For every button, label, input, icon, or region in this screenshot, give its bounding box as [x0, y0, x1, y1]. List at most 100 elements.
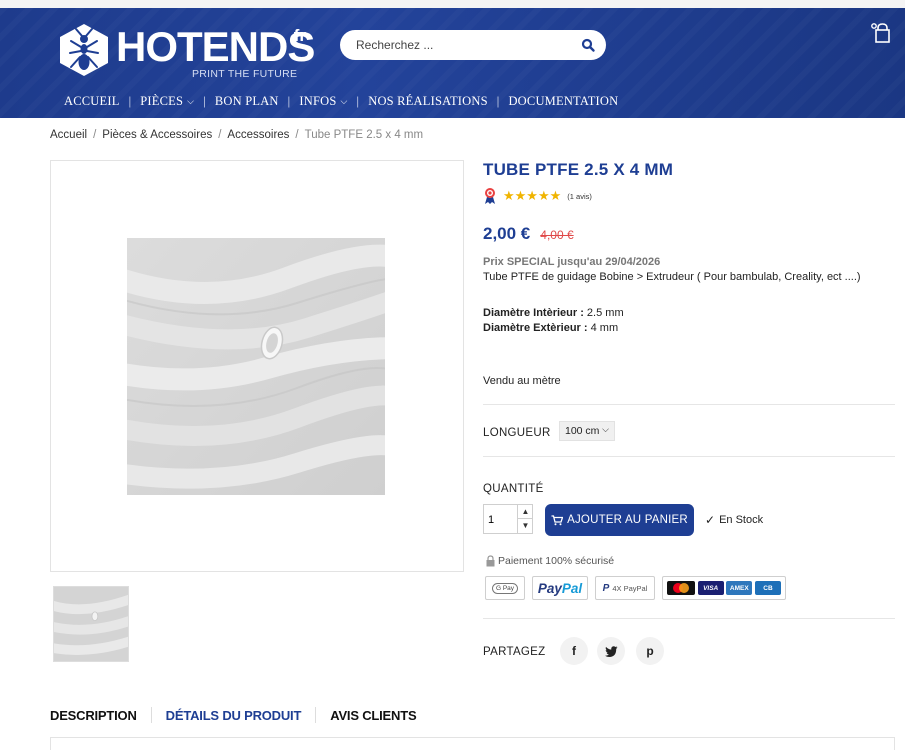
- divider: [483, 404, 895, 405]
- paypal-text-2: Pal: [561, 580, 583, 596]
- tab-customer-reviews[interactable]: AVIS CLIENTS: [330, 708, 416, 723]
- product-image[interactable]: [127, 238, 385, 495]
- logo-suffix: .fr: [289, 26, 306, 45]
- product-thumbnail[interactable]: [53, 586, 129, 662]
- nav-item-pieces[interactable]: PIÈCES ⌵: [140, 94, 194, 109]
- spec-inner-label: Diamètre Intèrieur :: [483, 307, 584, 319]
- share-label: PARTAGEZ: [483, 646, 546, 658]
- twitter-share-button[interactable]: [597, 637, 625, 665]
- length-select-value: 100 cm: [565, 425, 600, 437]
- top-strip: [0, 0, 905, 8]
- shopping-bag-icon[interactable]: [869, 22, 893, 44]
- facebook-icon: f: [572, 644, 576, 658]
- site-header: HOTENDS .fr PRINT THE FUTURE ACCUEIL | P…: [0, 8, 905, 118]
- pinterest-icon: p: [646, 644, 654, 658]
- product-tabs: DESCRIPTION DÉTAILS DU PRODUIT AVIS CLIE…: [50, 707, 417, 723]
- facebook-share-button[interactable]: f: [560, 637, 588, 665]
- current-price: 2,00 €: [483, 224, 531, 243]
- logo-tagline: PRINT THE FUTURE: [192, 68, 298, 80]
- breadcrumb-link[interactable]: Accessoires: [227, 129, 289, 141]
- nav-separator: |: [287, 93, 291, 108]
- nav-separator: |: [356, 93, 360, 108]
- breadcrumb-separator: /: [93, 129, 97, 141]
- divider: [483, 456, 895, 457]
- paypal-logo: Pay Pal: [532, 576, 588, 600]
- pinterest-share-button[interactable]: p: [636, 637, 664, 665]
- quantity-input[interactable]: [488, 512, 510, 528]
- lock-icon: [486, 555, 495, 567]
- nav-item-pieces-label: PIÈCES: [140, 93, 184, 108]
- nav-item-nos-realisations[interactable]: NOS RÉALISATIONS: [368, 94, 488, 109]
- nav-item-infos[interactable]: INFOS ⌵: [299, 94, 347, 109]
- spec-inner-diameter: Diamètre Intèrieur : 2.5 mm: [483, 307, 624, 319]
- nav-separator: |: [128, 93, 132, 108]
- short-description: Tube PTFE de guidage Bobine > Extrudeur …: [483, 271, 861, 283]
- amex-icon: AMEX: [726, 581, 753, 595]
- chevron-down-icon: ⌵: [602, 424, 609, 434]
- chevron-down-icon: ⌵: [340, 95, 348, 106]
- quantity-decrease-button[interactable]: ▼: [517, 519, 533, 533]
- nav-separator: |: [203, 93, 206, 108]
- cb-card-icon: CB: [754, 581, 781, 595]
- stock-label: En Stock: [719, 514, 764, 526]
- ant-logo-icon: [60, 24, 108, 76]
- special-offer-text: Prix SPECIAL jusqu'au 29/04/2026: [483, 256, 661, 268]
- tab-description[interactable]: DESCRIPTION: [50, 708, 137, 723]
- secure-payment: Paiement 100% sécurisé: [485, 555, 614, 567]
- mastercard-icon: [667, 581, 695, 595]
- sold-by-text: Vendu au mètre: [483, 375, 561, 387]
- paypal-text-1: Pay: [537, 580, 562, 596]
- twitter-icon: [604, 645, 617, 657]
- breadcrumb-separator: /: [218, 129, 222, 141]
- breadcrumb-link[interactable]: Pièces & Accessoires: [102, 129, 212, 141]
- nav-separator: |: [496, 93, 500, 108]
- paypal-p-icon: P: [602, 582, 610, 594]
- length-select[interactable]: 100 cm ⌵: [559, 421, 615, 441]
- quantity-label: QUANTITÉ: [483, 483, 544, 495]
- search-input[interactable]: [356, 36, 576, 54]
- chevron-down-icon: ⌵: [187, 95, 195, 106]
- nav-item-infos-label: INFOS: [299, 93, 337, 108]
- site-logo[interactable]: HOTENDS .fr PRINT THE FUTURE: [56, 20, 315, 82]
- add-to-cart-button[interactable]: AJOUTER AU PANIER: [545, 504, 694, 536]
- credit-cards-logos: VISA AMEX CB: [662, 576, 786, 600]
- main-navigation: ACCUEIL | PIÈCES ⌵ | BON PLAN | INFOS ⌵ | …: [64, 92, 618, 110]
- nav-item-documentation[interactable]: DOCUMENTATION: [508, 94, 618, 109]
- paypal-4x-text: 4X PayPal: [612, 583, 648, 593]
- rating-stars: ★★★★★: [503, 188, 562, 203]
- stock-status: ✓ En Stock: [705, 513, 763, 527]
- add-to-cart-label: AJOUTER AU PANIER: [567, 514, 688, 526]
- price-block: 2,00 € 4,00 €: [483, 224, 574, 244]
- secure-payment-label: Paiement 100% sécurisé: [498, 555, 615, 567]
- google-pay-text: G Pay: [491, 582, 519, 594]
- quantity-stepper: ▲ ▼: [483, 504, 533, 534]
- logo-wordmark: HOTENDS: [116, 23, 315, 70]
- checkmark-icon: ✓: [705, 513, 716, 527]
- length-label: LONGUEUR: [483, 427, 551, 439]
- tab-separator: [315, 707, 317, 723]
- nav-item-bon-plan[interactable]: BON PLAN: [215, 94, 279, 109]
- breadcrumb: Accueil / Pièces & Accessoires / Accessoires…: [50, 129, 423, 141]
- search-icon[interactable]: [580, 37, 596, 53]
- quantity-increase-button[interactable]: ▲: [517, 505, 533, 519]
- product-image-container[interactable]: [50, 160, 464, 572]
- cart-icon: [551, 514, 564, 525]
- nav-item-accueil[interactable]: ACCUEIL: [64, 94, 120, 109]
- spec-outer-label: Diamètre Extèrieur :: [483, 322, 588, 334]
- paypal-4x-logo: P 4X PayPal: [595, 576, 655, 600]
- tab-product-details[interactable]: DÉTAILS DU PRODUIT: [166, 708, 302, 723]
- tab-content-panel: [50, 737, 895, 750]
- payment-methods: G Pay Pay Pal P 4X PayPal VISA AMEX CB: [485, 576, 793, 600]
- breadcrumb-link[interactable]: Accueil: [50, 129, 87, 141]
- old-price: 4,00 €: [540, 228, 574, 242]
- review-count[interactable]: (1 avis): [567, 192, 592, 201]
- spec-outer-diameter: Diamètre Extèrieur : 4 mm: [483, 322, 618, 334]
- visa-icon: VISA: [697, 581, 724, 595]
- spec-inner-value: 2.5 mm: [583, 307, 624, 319]
- search-bar: [340, 30, 606, 60]
- product-rating: ★★★★★ (1 avis): [483, 187, 592, 205]
- breadcrumb-separator: /: [295, 129, 299, 141]
- award-ribbon-icon: [485, 188, 495, 204]
- breadcrumb-current: Tube PTFE 2.5 x 4 mm: [304, 129, 424, 141]
- google-pay-logo: G Pay: [485, 576, 525, 600]
